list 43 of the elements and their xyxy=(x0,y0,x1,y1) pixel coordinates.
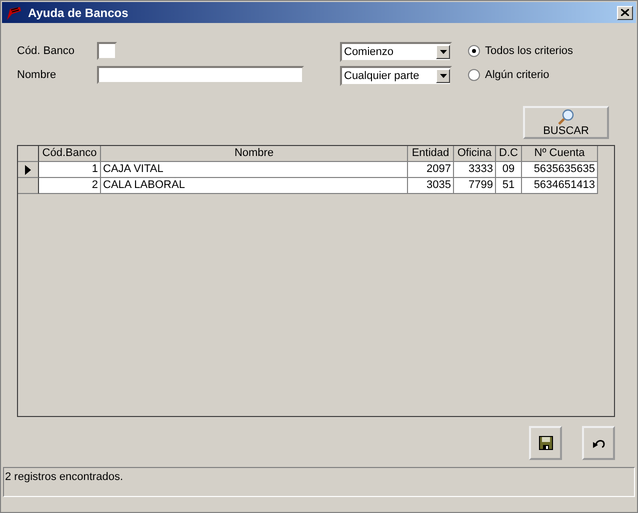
table-cell: 5634651413 xyxy=(522,178,598,194)
row-selector[interactable] xyxy=(18,178,39,194)
dropdown[interactable]: Comienzo xyxy=(340,42,452,62)
close-icon xyxy=(621,9,629,16)
undo-arrow-icon xyxy=(592,437,606,449)
column-header[interactable]: Nº Cuenta xyxy=(522,146,598,162)
name-field[interactable] xyxy=(97,66,304,84)
radio-option[interactable]: Todos los criterios xyxy=(468,44,574,57)
magnifier-icon xyxy=(557,108,575,124)
table-cell: 3035 xyxy=(408,178,454,194)
table-cell: 2 xyxy=(39,178,101,194)
search-button[interactable]: BUSCAR xyxy=(523,106,609,139)
save-button[interactable] xyxy=(529,426,562,460)
radio-option[interactable]: Algún criterio xyxy=(468,68,574,81)
column-header[interactable]: Nombre xyxy=(101,146,408,162)
column-header[interactable]: D.C xyxy=(496,146,522,162)
row-pointer-icon xyxy=(25,164,31,174)
column-header[interactable]: Oficina xyxy=(454,146,496,162)
dropdown-arrow-icon xyxy=(440,50,446,54)
code-field[interactable] xyxy=(97,42,117,60)
radio-button[interactable] xyxy=(468,68,480,80)
radio-button[interactable] xyxy=(468,44,480,56)
field-label: Cód. Banco xyxy=(17,45,76,57)
undo-button[interactable] xyxy=(582,426,615,460)
table-cell: 51 xyxy=(496,178,522,194)
table-cell: 09 xyxy=(496,162,522,178)
dropdown[interactable]: Cualquier parte xyxy=(340,66,452,86)
row-selector[interactable] xyxy=(18,162,39,178)
window-title: Ayuda de Bancos xyxy=(28,6,130,20)
app-icon xyxy=(6,4,22,20)
table-cell: 2097 xyxy=(408,162,454,178)
column-header[interactable]: Cód.Banco xyxy=(39,146,101,162)
close-button[interactable] xyxy=(617,6,633,20)
table-cell: 3333 xyxy=(454,162,496,178)
field-label: Nombre xyxy=(17,69,58,81)
dropdown-arrow-icon xyxy=(440,74,446,78)
table-cell: CALA LABORAL xyxy=(101,178,408,194)
status-bar: 2 registros encontrados. xyxy=(3,467,635,497)
table-cell: 5635635635 xyxy=(522,162,598,178)
table-cell: 1 xyxy=(39,162,101,178)
table-cell: 7799 xyxy=(454,178,496,194)
table-cell: CAJA VITAL xyxy=(101,162,408,178)
column-header[interactable]: Entidad xyxy=(408,146,454,162)
